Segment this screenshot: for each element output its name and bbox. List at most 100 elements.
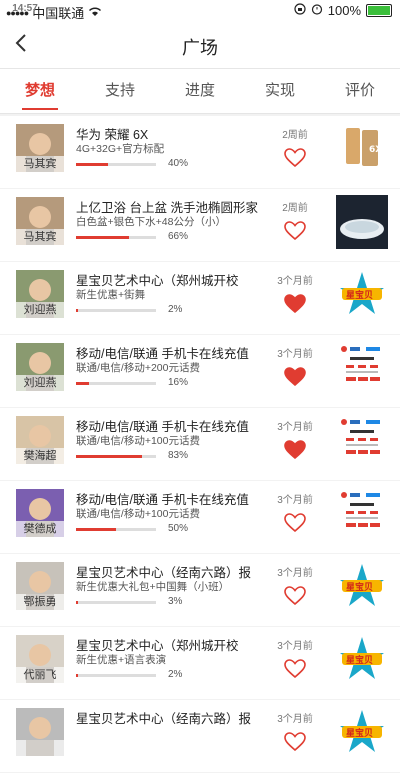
list-item[interactable]: 马其宾 华为 荣耀 6X 4G+32G+官方标配 40% 2周前 6X [0, 116, 400, 188]
item-time: 3个月前 [277, 422, 313, 433]
user-name: 樊德成 [16, 521, 64, 537]
avatar[interactable]: 代丽飞 [16, 635, 64, 683]
item-time: 3个月前 [277, 641, 313, 652]
progress-bar [76, 382, 156, 385]
product-thumbnail[interactable] [336, 414, 388, 468]
avatar[interactable]: 樊海超 [16, 416, 64, 464]
product-thumbnail[interactable]: 星宝贝 [336, 706, 388, 760]
tab-dream[interactable]: 梦想 [0, 69, 80, 113]
progress-percent: 83% [168, 450, 189, 461]
progress-bar [76, 236, 156, 239]
clock: 14:57 [12, 3, 38, 14]
progress-fill [76, 601, 79, 604]
heart-icon[interactable] [284, 586, 306, 606]
status-bar: ●●●●● 中国联通 14:57 100% [0, 0, 400, 22]
svg-text:星宝贝: 星宝贝 [346, 581, 373, 593]
product-thumbnail[interactable] [336, 487, 388, 541]
tab-progress[interactable]: 进度 [160, 69, 240, 113]
item-subtitle: 白色盆+银色下水+48公分（小） [76, 216, 226, 228]
tab-realized[interactable]: 实现 [240, 69, 320, 113]
battery-percent: 100% [327, 3, 361, 18]
product-thumbnail[interactable]: 星宝贝 [336, 268, 388, 322]
battery-fill [368, 6, 390, 15]
progress-fill [76, 674, 78, 677]
list-item[interactable]: 代丽飞 星宝贝艺术中心（郑州城开校 新生优惠+语言表演 2% 3个月前 星宝贝 [0, 627, 400, 699]
list-item[interactable]: 刘迎燕 移动/电信/联通 手机卡在线充值 联通/电信/移动+200元话费 16% 3个月… [0, 335, 400, 407]
battery-icon [366, 4, 392, 17]
avatar[interactable]: 马其宾 [16, 197, 64, 245]
svg-text:6X: 6X [369, 145, 382, 155]
avatar[interactable]: 马其宾 [16, 124, 64, 172]
product-thumbnail[interactable]: 6X [336, 122, 388, 176]
wifi-icon [88, 5, 102, 20]
item-subtitle: 新生优惠+街舞 [76, 289, 146, 301]
progress-percent: 3% [168, 596, 183, 607]
item-time: 2周前 [282, 203, 308, 214]
product-thumbnail[interactable] [336, 195, 388, 249]
progress-fill [76, 528, 116, 531]
progress-bar [76, 163, 156, 166]
item-subtitle: 新生优惠大礼包+中国舞（小班） [76, 581, 230, 593]
progress-bar [76, 674, 156, 677]
user-name: 马其宾 [16, 156, 64, 172]
heart-icon[interactable] [284, 659, 306, 679]
list-item[interactable]: 鄂振勇 星宝贝艺术中心（经南六路）报 新生优惠大礼包+中国舞（小班） 3% 3个月前 星宝… [0, 554, 400, 626]
user-name: 刘迎燕 [16, 375, 64, 391]
progress-percent: 2% [168, 304, 183, 315]
heart-icon[interactable] [284, 367, 306, 387]
list-item[interactable]: 樊海超 移动/电信/联通 手机卡在线充值 联通/电信/移动+100元话费 83% 3个月… [0, 408, 400, 480]
svg-text:星宝贝: 星宝贝 [346, 654, 373, 666]
alarm-icon [311, 3, 323, 18]
heart-icon[interactable] [284, 440, 306, 460]
heart-icon[interactable] [284, 148, 306, 168]
heart-icon[interactable] [284, 294, 306, 314]
list-item[interactable]: 马其宾 上亿卫浴 台上盆 洗手池椭圆形家 白色盆+银色下水+48公分（小） 66% 2周… [0, 189, 400, 261]
nav-bar: 广场 [0, 22, 400, 69]
tab-reviews[interactable]: 评价 [320, 69, 400, 113]
heart-icon[interactable] [284, 221, 306, 241]
progress-percent: 40% [168, 158, 189, 169]
item-subtitle: 联通/电信/移动+200元话费 [76, 362, 200, 374]
progress-bar [76, 528, 156, 531]
progress-fill [76, 163, 108, 166]
user-name: 鄂振勇 [16, 594, 64, 610]
heart-icon[interactable] [284, 513, 306, 533]
item-subtitle: 联通/电信/移动+100元话费 [76, 435, 200, 447]
svg-text:星宝贝: 星宝贝 [346, 727, 373, 739]
user-name: 马其宾 [16, 229, 64, 245]
orientation-lock-icon [294, 3, 306, 18]
list-item[interactable]: 樊德成 移动/电信/联通 手机卡在线充值 联通/电信/移动+100元话费 50% 3个月… [0, 481, 400, 553]
item-time: 3个月前 [277, 276, 313, 287]
item-time: 3个月前 [277, 568, 313, 579]
progress-percent: 2% [168, 669, 183, 680]
user-name: 代丽飞 [16, 667, 64, 683]
avatar[interactable]: 刘迎燕 [16, 270, 64, 318]
progress-fill [76, 236, 129, 239]
progress-percent: 50% [168, 523, 189, 534]
progress-bar [76, 601, 156, 604]
item-time: 3个月前 [277, 714, 313, 725]
tab-bar: 梦想 支持 进度 实现 评价 [0, 69, 400, 114]
avatar[interactable]: 刘迎燕 [16, 343, 64, 391]
progress-percent: 66% [168, 231, 189, 242]
progress-percent: 16% [168, 377, 189, 388]
user-name: 樊海超 [16, 448, 64, 464]
product-thumbnail[interactable]: 星宝贝 [336, 560, 388, 614]
product-thumbnail[interactable]: 星宝贝 [336, 633, 388, 687]
progress-bar [76, 455, 156, 458]
avatar[interactable] [16, 708, 64, 756]
tab-support[interactable]: 支持 [80, 69, 160, 113]
item-time: 2周前 [282, 130, 308, 141]
progress-fill [76, 382, 89, 385]
avatar[interactable]: 鄂振勇 [16, 562, 64, 610]
item-time: 3个月前 [277, 349, 313, 360]
product-thumbnail[interactable] [336, 341, 388, 395]
heart-icon[interactable] [284, 732, 306, 752]
page-title: 广场 [182, 38, 218, 58]
progress-fill [76, 309, 78, 312]
avatar[interactable]: 樊德成 [16, 489, 64, 537]
svg-text:星宝贝: 星宝贝 [346, 289, 373, 301]
list-item[interactable]: 刘迎燕 星宝贝艺术中心（郑州城开校 新生优惠+街舞 2% 3个月前 星宝贝 [0, 262, 400, 334]
item-time: 3个月前 [277, 495, 313, 506]
dream-list: 马其宾 华为 荣耀 6X 4G+32G+官方标配 40% 2周前 6X 马其宾 上亿卫浴 台上… [0, 116, 400, 773]
